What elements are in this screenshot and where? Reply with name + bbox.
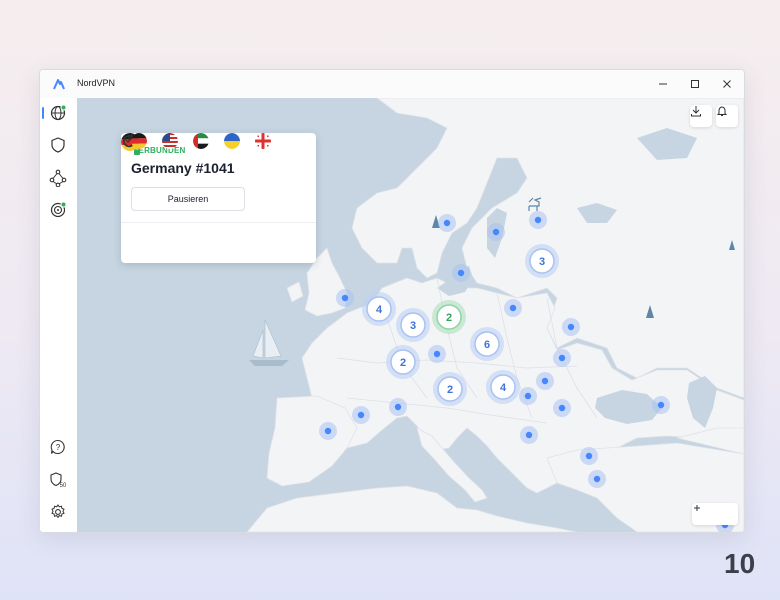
sidebar-item-dark-web-monitor[interactable] — [47, 199, 69, 221]
cluster-count: 4 — [500, 382, 507, 394]
cluster-benelux[interactable]: 3 — [396, 308, 430, 342]
server-dot[interactable] — [352, 406, 370, 424]
cluster-baltics[interactable]: 3 — [525, 244, 559, 278]
notifications-button[interactable] — [716, 105, 738, 127]
server-dot[interactable] — [428, 345, 446, 363]
sidebar: ? 50 — [40, 98, 78, 532]
cluster-count: 3 — [410, 320, 416, 332]
cluster-germany-active[interactable]: 2 — [432, 300, 466, 334]
shield-icon — [51, 137, 65, 153]
maximize-icon — [691, 80, 699, 88]
server-dot[interactable] — [520, 426, 538, 444]
close-icon — [723, 80, 731, 88]
cluster-balkans[interactable]: 4 — [486, 370, 520, 404]
threat-count: 50 — [60, 483, 67, 489]
server-map[interactable]: 4 3 2 6 2 2 4 3 VERBUNDEN Germany #1041 … — [77, 98, 744, 532]
ukraine-flag-icon[interactable] — [224, 133, 240, 149]
land-masses — [246, 98, 744, 532]
help-icon: ? — [50, 439, 65, 454]
uae-flag-icon[interactable] — [193, 133, 209, 149]
window-title: NordVPN — [77, 78, 116, 88]
server-dot[interactable] — [580, 447, 598, 465]
server-dot[interactable] — [519, 387, 537, 405]
cluster-count: 3 — [539, 256, 545, 268]
server-name: Germany #1041 — [131, 160, 235, 176]
brand-mark: 10 — [724, 548, 755, 579]
target-icon — [50, 201, 67, 218]
georgia-flag-icon[interactable] — [255, 133, 271, 149]
minimize-button[interactable] — [650, 73, 676, 95]
pause-button[interactable]: Pausieren — [131, 187, 245, 211]
usa-flag-icon[interactable] — [162, 133, 178, 149]
title-bar: NordVPN — [40, 70, 744, 98]
maximize-button[interactable] — [682, 73, 708, 95]
server-dot[interactable] — [336, 289, 354, 307]
server-dot[interactable] — [588, 470, 606, 488]
server-dot[interactable] — [504, 299, 522, 317]
server-dot[interactable] — [536, 372, 554, 390]
server-dot[interactable] — [389, 398, 407, 416]
server-dot[interactable] — [553, 399, 571, 417]
sidebar-item-map[interactable] — [47, 102, 69, 124]
globe-icon — [50, 104, 67, 121]
cluster-france[interactable]: 2 — [386, 345, 420, 379]
minimize-icon — [659, 83, 667, 85]
download-button[interactable] — [690, 105, 712, 127]
server-dot[interactable] — [562, 318, 580, 336]
nordvpn-logo-icon — [53, 79, 65, 90]
cluster-switzerland[interactable]: 2 — [433, 372, 467, 406]
connection-panel: VERBUNDEN Germany #1041 Pausieren — [121, 133, 316, 263]
sidebar-item-meshnet[interactable] — [47, 167, 69, 189]
plus-icon — [694, 505, 700, 511]
zoom-in-button[interactable] — [694, 503, 738, 525]
server-dot[interactable] — [438, 214, 456, 232]
threat-shield-icon: 50 — [50, 472, 67, 489]
settings-icon — [51, 504, 65, 519]
download-icon — [691, 106, 701, 117]
cluster-central[interactable]: 6 — [470, 327, 504, 361]
close-button[interactable] — [714, 73, 740, 95]
active-indicator — [42, 107, 44, 119]
sidebar-item-settings[interactable] — [47, 501, 69, 523]
server-dot[interactable] — [553, 349, 571, 367]
cluster-uk[interactable]: 4 — [362, 292, 396, 326]
server-dot[interactable] — [487, 223, 505, 241]
sailboat-illustration — [249, 319, 289, 366]
server-dot[interactable] — [452, 264, 470, 282]
sidebar-item-help[interactable]: ? — [47, 436, 69, 458]
sidebar-item-protection[interactable] — [47, 134, 69, 156]
server-dot[interactable] — [529, 211, 547, 229]
cluster-count: 4 — [376, 304, 383, 316]
server-dot[interactable] — [652, 396, 670, 414]
brand-logo: 10 — [724, 548, 755, 579]
bell-icon — [716, 106, 728, 116]
sidebar-item-threat-protection[interactable]: 50 — [47, 469, 69, 491]
zoom-controls — [692, 503, 738, 525]
cluster-count: 2 — [447, 384, 453, 396]
meshnet-icon — [49, 169, 67, 187]
app-window: NordVPN ? 50 4 3 2 6 2 2 4 3 VERBUNDEN G… — [39, 69, 745, 533]
svg-text:?: ? — [56, 443, 61, 452]
server-dot[interactable] — [319, 422, 337, 440]
cluster-count: 6 — [484, 339, 490, 351]
cluster-count: 2 — [400, 357, 406, 369]
panel-divider — [121, 222, 316, 223]
chevron-down-icon[interactable] — [121, 133, 135, 147]
cluster-count: 2 — [446, 312, 452, 324]
